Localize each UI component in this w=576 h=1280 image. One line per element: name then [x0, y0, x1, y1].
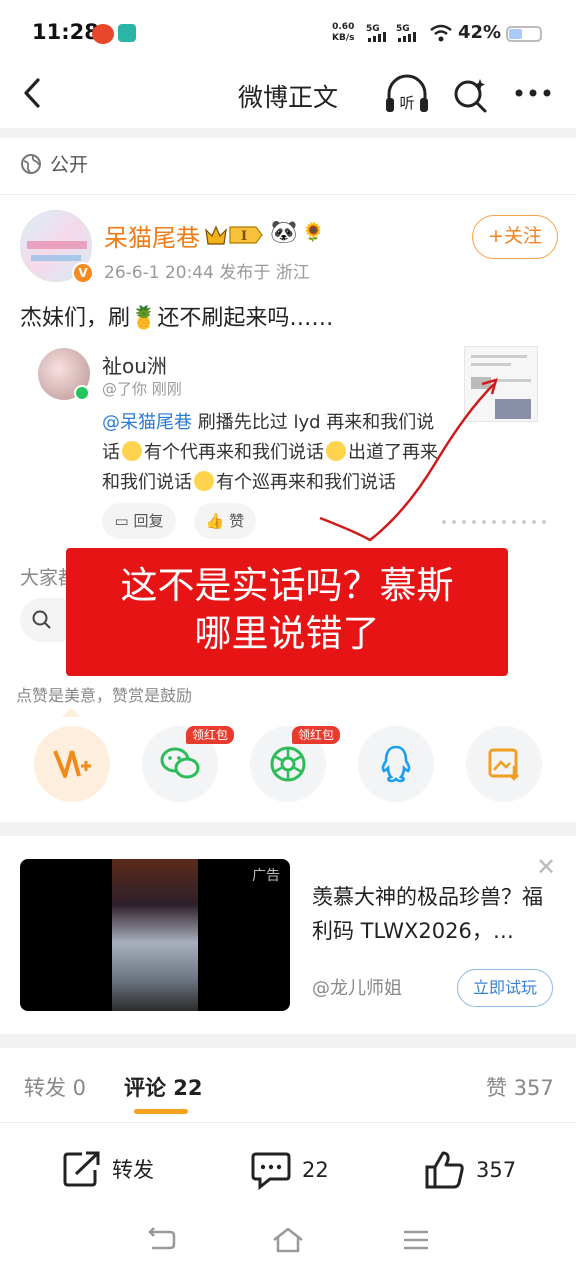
divider [0, 1034, 576, 1048]
ad-title[interactable]: 羡慕大神的极品珍兽？福利码 TLWX2026，… [312, 880, 558, 948]
top-nav: 微博正文 听 [0, 66, 576, 128]
divider [0, 194, 576, 195]
save-image-icon [488, 748, 519, 781]
system-home-icon[interactable] [272, 1226, 304, 1254]
sunflower-icon: 🌻 [302, 222, 325, 243]
signal-icon [368, 32, 386, 42]
quoted-user-name[interactable]: 祉ou洲 [102, 350, 167, 379]
ad-author[interactable]: @龙儿师姐 [312, 974, 402, 1000]
dots-loader [442, 520, 546, 524]
smirk-emoji-icon [122, 441, 142, 461]
thumb-small-icon: 👍 [205, 512, 225, 530]
listen-icon[interactable]: 听 [384, 74, 430, 116]
tab-repost[interactable]: 转发 0 [24, 1072, 86, 1102]
app-notification-icon [118, 24, 136, 42]
comment-button[interactable]: 22 [250, 1150, 329, 1190]
smirk-emoji-icon [194, 471, 214, 491]
svg-text:听: 听 [399, 94, 414, 112]
follow-button[interactable]: +关注 [472, 215, 558, 259]
globe-icon [21, 153, 41, 174]
thumbs-up-icon [425, 1151, 464, 1189]
ad-video[interactable]: 广告 [20, 859, 290, 1011]
tab-underline [134, 1109, 188, 1114]
panda-icon: 🐼 [270, 220, 298, 245]
search-icon [32, 610, 51, 629]
vip-reward-button[interactable] [34, 726, 110, 802]
save-image-button[interactable] [466, 726, 542, 802]
verified-badge-icon: V [72, 262, 94, 284]
system-back-icon[interactable] [146, 1226, 178, 1254]
divider [0, 1122, 576, 1123]
mention-link[interactable]: @呆猫尾巷 [102, 412, 192, 433]
author-name[interactable]: 呆猫尾巷 [104, 218, 200, 253]
comment-icon [251, 1152, 291, 1190]
moments-icon [270, 746, 306, 782]
qq-share-button[interactable] [358, 726, 434, 802]
wechat-icon [160, 747, 200, 779]
tab-comment[interactable]: 评论 22 [124, 1072, 203, 1102]
battery-icon [506, 26, 542, 42]
crown-badge-icon: I [205, 225, 263, 245]
ad-poster [112, 859, 198, 1011]
ad-try-button[interactable]: 立即试玩 [457, 969, 553, 1007]
network-speed: 0.60 KB/s [332, 22, 355, 43]
comment-small-icon: ▭ [114, 512, 129, 530]
reply-button[interactable]: ▭ 回复 [102, 503, 176, 539]
search-icon[interactable] [452, 76, 490, 114]
signal-icon [398, 32, 416, 42]
wifi-icon [430, 24, 452, 42]
online-indicator [74, 385, 90, 401]
like-button[interactable]: 357 [424, 1150, 516, 1190]
red-packet-tag: 领红包 [186, 726, 235, 744]
repost-button[interactable]: 转发 [62, 1150, 154, 1188]
ad-tag: 广告 [252, 868, 280, 884]
svg-text:I: I [241, 229, 247, 244]
v-plus-icon [53, 750, 91, 778]
caret-icon [62, 708, 80, 717]
status-bar: 11:28 0.60 KB/s 5G 5G 42% [0, 0, 576, 66]
more-icon[interactable] [514, 88, 552, 98]
divider [0, 128, 576, 138]
system-menu-icon[interactable] [400, 1226, 432, 1254]
visibility-label: 公开 [20, 150, 88, 177]
red-packet-tag: 领红包 [292, 726, 341, 744]
repost-icon [63, 1151, 100, 1187]
battery-percent: 42% [458, 22, 502, 43]
post-meta: 26-6-1 20:44 发布于 浙江 [104, 263, 310, 283]
overlay-caption: 这不是实话吗？慕斯 哪里说错了 [66, 548, 508, 676]
like-hint: 点赞是美意，赞赏是鼓励 [16, 686, 193, 705]
post-text: 杰妹们，刷🍍还不刷起来吗…… [20, 306, 334, 331]
quoted-meta: @了你 刚刚 [102, 380, 182, 398]
qq-icon [381, 745, 411, 783]
divider [0, 822, 576, 836]
weibo-notification-icon [92, 24, 114, 44]
like-small-button[interactable]: 👍 赞 [194, 503, 256, 539]
close-icon[interactable]: ✕ [536, 853, 556, 881]
clock: 11:28 [32, 20, 99, 44]
tab-like[interactable]: 赞 357 [486, 1072, 554, 1102]
